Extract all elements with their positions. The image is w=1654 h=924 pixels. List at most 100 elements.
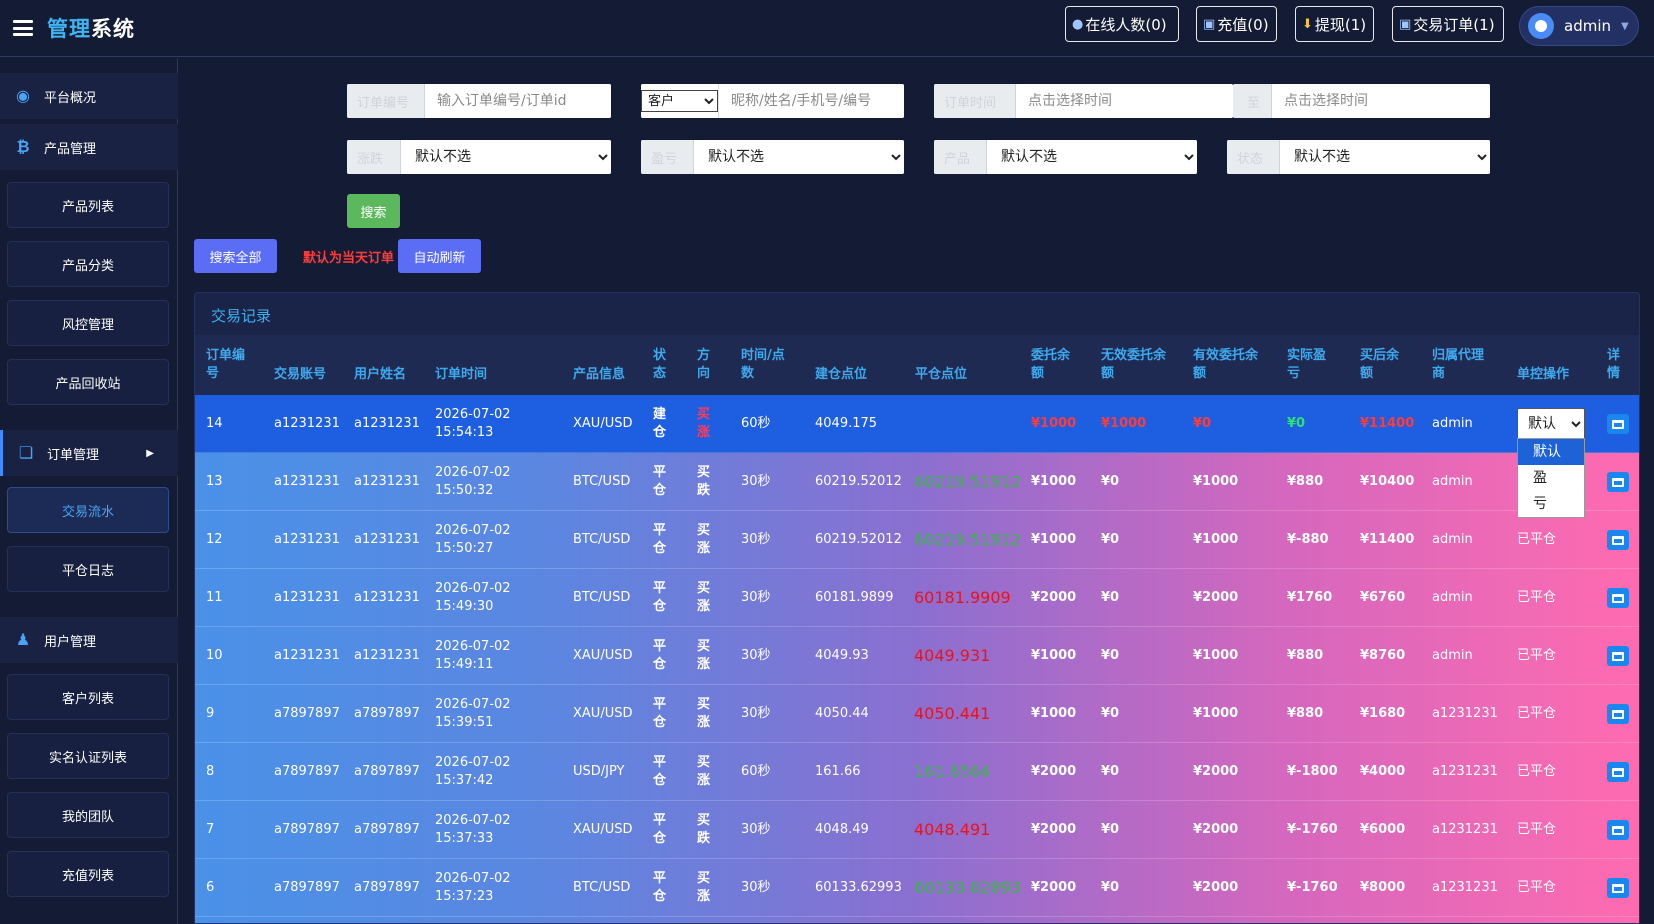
sidebar-item-recharge-list[interactable]: 充值列表 (7, 851, 169, 897)
order-id-cell: 6 (206, 880, 215, 895)
customer-search-input[interactable] (719, 84, 904, 118)
sidebar-item-trade-flow[interactable]: 交易流水 (7, 487, 169, 533)
win-loss-control-select[interactable]: 默认 (1517, 408, 1585, 440)
detail-icon[interactable] (1607, 878, 1629, 898)
balance-after-cell: ¥11400 (1360, 416, 1415, 431)
status-select[interactable]: 默认不选 (1280, 140, 1490, 174)
auto-refresh-button[interactable]: 自动刷新 (398, 239, 481, 273)
detail-icon[interactable] (1607, 646, 1629, 666)
direction-cell: 买涨 (697, 871, 711, 904)
sidebar-group-overview[interactable]: ◉ 平台概况 (0, 73, 178, 119)
detail-icon[interactable] (1607, 472, 1629, 492)
online-users-button[interactable]: ● 在线人数(0) (1065, 6, 1179, 42)
username-cell: a7897897 (354, 880, 420, 895)
table-row[interactable]: 12 a1231231 a1231231 2026-07-02 15:50:27 BTC/… (195, 511, 1639, 569)
dropdown-option[interactable]: 盈 (1518, 465, 1584, 491)
table-header-cell: 状态 (653, 348, 667, 381)
op-status-cell: 已平仓 (1517, 590, 1557, 605)
order-no-field: 订单编号 (347, 84, 611, 118)
valid-amount-cell: ¥1000 (1193, 532, 1239, 547)
table-row[interactable]: 8 a7897897 a7897897 2026-07-02 15:37:42 USD/J… (195, 743, 1639, 801)
balance-after-cell: ¥4000 (1360, 764, 1406, 779)
table-row[interactable]: 9 a7897897 a7897897 2026-07-02 15:39:51 XAU/U… (195, 685, 1639, 743)
table-row[interactable]: 7 a7897897 a7897897 2026-07-02 15:37:33 XAU/U… (195, 801, 1639, 859)
invalid-amount-cell: ¥1000 (1101, 416, 1147, 431)
detail-icon[interactable] (1607, 820, 1629, 840)
sidebar-item-label: 充值列表 (61, 868, 114, 884)
dropdown-option[interactable]: 亏 (1518, 491, 1584, 517)
online-users-label: 在线人数(0) (1085, 15, 1167, 34)
period-cell: 30秒 (741, 590, 771, 605)
pnl-cell: ¥0 (1287, 416, 1306, 431)
detail-icon[interactable] (1607, 530, 1629, 550)
sidebar-group-orders[interactable]: ❏ 订单管理 ▶ (0, 430, 178, 476)
sidebar-item-verification-list[interactable]: 实名认证列表 (7, 733, 169, 779)
search-button[interactable]: 搜索 (347, 194, 400, 228)
period-cell: 30秒 (741, 822, 771, 837)
order-time-end-field: 至 (1233, 84, 1490, 118)
admin-user-menu[interactable]: admin ▼ (1519, 6, 1639, 46)
table-row[interactable]: 13 a1231231 a1231231 2026-07-02 15:50:32 BTC/… (195, 453, 1639, 511)
agent-cell: admin (1432, 474, 1473, 489)
table-row[interactable]: 6 a7897897 a7897897 2026-07-02 15:37:23 BTC/U… (195, 859, 1639, 917)
detail-icon[interactable] (1607, 414, 1629, 434)
direction-cell: 买跌 (697, 465, 711, 498)
invalid-amount-cell: ¥0 (1101, 764, 1120, 779)
sidebar-item-label: 产品回收站 (55, 376, 121, 392)
sidebar-item-label: 实名认证列表 (48, 750, 127, 766)
pnl-cell: ¥1760 (1287, 590, 1333, 605)
sidebar-item-close-log[interactable]: 平仓日志 (7, 546, 169, 592)
sidebar-group-products[interactable]: ₿ 产品管理 (0, 124, 178, 170)
order-no-input[interactable] (425, 84, 611, 118)
sidebar-item-customer-list[interactable]: 客户列表 (7, 674, 169, 720)
username-cell: a1231231 (354, 648, 420, 663)
sidebar-item-product-recycle[interactable]: 产品回收站 (7, 359, 169, 405)
chevron-down-icon: ▼ (1621, 20, 1629, 32)
order-time-cell: 15:39:51 (435, 715, 494, 730)
profit-select[interactable]: 默认不选 (694, 140, 904, 174)
customer-type-select[interactable]: 客户 (641, 90, 718, 112)
table-row[interactable]: 10 a1231231 a1231231 2026-07-02 15:49:11 XAU/… (195, 627, 1639, 685)
direction-cell: 买涨 (697, 581, 711, 614)
logo-text-part1: 管理 (47, 17, 91, 41)
product-cell: XAU/USD (573, 416, 633, 431)
updown-select[interactable]: 默认不选 (401, 140, 611, 174)
order-time-cell: 15:49:30 (435, 599, 494, 614)
customer-type-wrap: 客户 (641, 84, 719, 118)
sidebar-item-product-category[interactable]: 产品分类 (7, 241, 169, 287)
sidebar-item-product-list[interactable]: 产品列表 (7, 182, 169, 228)
order-time-end-input[interactable] (1272, 84, 1490, 118)
table-row[interactable]: 11 a1231231 a1231231 2026-07-02 15:49:30 BTC/… (195, 569, 1639, 627)
withdraw-button[interactable]: ⬇ 提现(1) (1295, 6, 1374, 42)
close-price-cell: 4050.441 (914, 704, 991, 723)
search-all-button[interactable]: 搜索全部 (194, 239, 277, 273)
sidebar-item-risk-control[interactable]: 风控管理 (7, 300, 169, 346)
product-select[interactable]: 默认不选 (987, 140, 1197, 174)
recharge-button[interactable]: ▣ 充值(0) (1196, 6, 1277, 42)
dropdown-option[interactable]: 默认 (1518, 439, 1584, 465)
detail-icon[interactable] (1607, 704, 1629, 724)
close-price-cell: 60133.62893 (914, 878, 1021, 897)
sidebar: ◉ 平台概况 ₿ 产品管理 产品列表 产品分类 风控管理 产品回收站 ❏ 订单管理 ▶… (0, 58, 178, 924)
sidebar-item-my-team[interactable]: 我的团队 (7, 792, 169, 838)
valid-amount-cell: ¥2000 (1193, 880, 1239, 895)
detail-icon[interactable] (1607, 588, 1629, 608)
detail-icon[interactable] (1607, 762, 1629, 782)
order-time-start-input[interactable] (1016, 84, 1233, 118)
hamburger-menu-icon[interactable] (13, 20, 33, 36)
order-id-cell: 12 (206, 532, 223, 547)
product-cell: XAU/USD (573, 822, 633, 837)
op-status-cell: 已平仓 (1517, 880, 1557, 895)
table-header-cell: 订单时间 (435, 367, 488, 382)
account-cell: a1231231 (274, 416, 340, 431)
trade-orders-button[interactable]: ▣ 交易订单(1) (1392, 6, 1504, 42)
order-no-label: 订单编号 (347, 84, 425, 118)
sidebar-group-users[interactable]: ♟ 用户管理 (0, 617, 178, 663)
amount-cell: ¥2000 (1031, 590, 1077, 605)
direction-cell: 买涨 (697, 523, 711, 556)
table-header-cell: 平仓点位 (915, 367, 968, 382)
balance-after-cell: ¥8760 (1360, 648, 1406, 663)
table-row[interactable]: 14 a1231231 a1231231 2026-07-02 15:54:13 XAU/… (195, 395, 1639, 453)
product-cell: XAU/USD (573, 706, 633, 721)
order-time-start-field: 订单时间 (934, 84, 1233, 118)
